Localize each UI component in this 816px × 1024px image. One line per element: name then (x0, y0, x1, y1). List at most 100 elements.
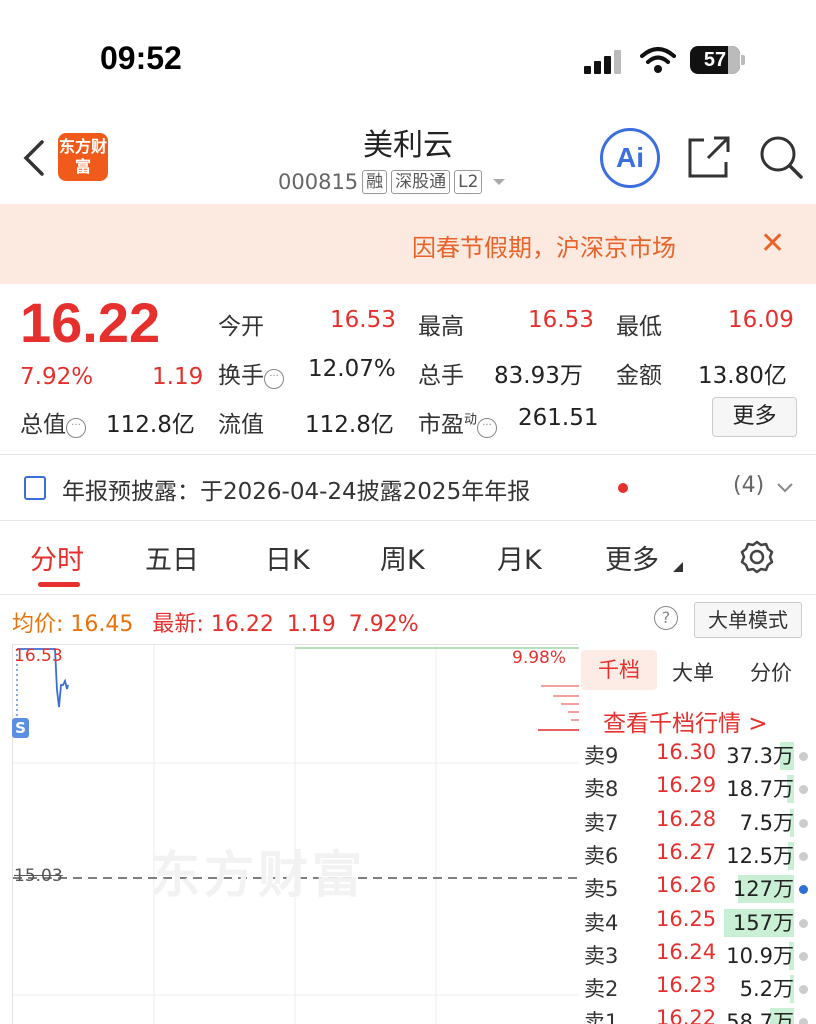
order-level-label: 卖3 (584, 943, 619, 968)
change-amt: 1.19 (152, 364, 204, 390)
order-book-row[interactable]: 卖7 16.28 7.5万 (582, 807, 816, 840)
status-dot (799, 1018, 808, 1024)
value-float-value: 112.8亿 (305, 412, 394, 438)
order-level-label: 卖8 (584, 777, 619, 802)
big-order-mode-button[interactable]: 大单模式 (694, 602, 802, 638)
label-float-value: 流值 (218, 412, 264, 438)
label-pe: 市盈动 ··· (418, 405, 498, 439)
label-total-value: 总值 ··· (20, 405, 86, 439)
order-price: 16.30 (656, 740, 717, 764)
order-volume: 10.9万 (726, 943, 794, 968)
report-count[interactable]: (4) (733, 473, 764, 498)
tab-weekly-k[interactable]: 周K (380, 538, 425, 577)
status-dot (799, 885, 808, 895)
order-book-row[interactable]: 卖3 16.24 10.9万 (582, 940, 816, 973)
battery-icon: 57 (690, 46, 740, 74)
order-book-row[interactable]: 卖2 16.23 5.2万 (582, 973, 816, 1006)
sell-signal-marker[interactable]: S (12, 718, 29, 738)
value-volume: 83.93万 (494, 363, 583, 389)
tab-monthly-k[interactable]: 月K (497, 538, 542, 577)
holiday-banner (0, 204, 816, 284)
triangle-icon (673, 562, 683, 572)
order-price: 16.25 (656, 906, 717, 931)
label-volume: 总手 (418, 363, 464, 389)
status-dot (799, 951, 808, 961)
tag-sz-connect: 深股通 (391, 170, 451, 194)
tab-daily-k[interactable]: 日K (265, 538, 310, 577)
value-total-value: 112.8亿 (106, 412, 195, 438)
close-icon[interactable]: ✕ (760, 226, 785, 261)
order-level-label: 卖4 (584, 910, 619, 935)
stock-code-row[interactable]: 000815 融 深股通 L2 (278, 170, 508, 194)
order-book-row[interactable]: 卖1 16.22 58.7万 (582, 1006, 816, 1024)
status-dot (799, 985, 808, 995)
order-volume: 58.7万 (726, 1010, 794, 1024)
battery-nub (741, 55, 745, 65)
tab-more[interactable]: 更多 (605, 538, 659, 577)
value-open: 16.53 (330, 307, 396, 333)
value-high: 16.53 (528, 307, 594, 333)
tab-five-day[interactable]: 五日 (145, 538, 199, 577)
help-icon[interactable]: ? (654, 606, 678, 630)
tab-intraday[interactable]: 分时 (30, 538, 84, 577)
tab-price-volume[interactable]: 分价 (750, 657, 792, 687)
order-level-label: 卖2 (584, 977, 619, 1002)
info-icon: ··· (477, 418, 498, 438)
stock-code: 000815 (278, 170, 359, 194)
change-pct: 7.92% (20, 364, 94, 390)
status-time: 09:52 (100, 40, 182, 76)
banner-text: 因春节假期，沪深京市场 (412, 234, 676, 262)
order-book-row[interactable]: 卖8 16.29 18.7万 (582, 773, 816, 806)
order-volume: 127万 (732, 877, 794, 902)
gear-icon[interactable] (740, 540, 774, 574)
order-volume: 7.5万 (739, 810, 794, 835)
chevron-down-icon[interactable] (776, 482, 794, 494)
order-price: 16.27 (656, 839, 717, 864)
pct-tick-top: 9.98% (512, 648, 567, 668)
order-book-row[interactable]: 卖5 16.26 127万 (582, 873, 816, 906)
order-level-label: 卖9 (584, 744, 619, 768)
status-dot (799, 785, 808, 795)
info-icon: ··· (66, 418, 86, 438)
share-icon[interactable] (686, 134, 732, 180)
tag-margin: 融 (362, 170, 388, 194)
value-amount: 13.80亿 (698, 363, 787, 389)
intraday-chart[interactable] (12, 644, 579, 1024)
intraday-info: 均价: 16.45 最新: 16.22 1.19 7.92% (12, 612, 419, 637)
order-volume: 5.2万 (739, 977, 794, 1002)
watermark: 东方财富 (150, 846, 366, 904)
ai-label: Ai (616, 142, 644, 173)
tag-l2: L2 (454, 170, 483, 194)
order-price: 16.26 (656, 873, 717, 898)
more-quote-button[interactable]: 更多 (712, 397, 797, 437)
order-book-row[interactable]: 卖9 16.30 37.3万 (582, 740, 816, 773)
label-low: 最低 (616, 314, 662, 340)
ai-button[interactable]: Ai (600, 128, 660, 188)
search-icon[interactable] (758, 134, 804, 180)
label-amount: 金额 (616, 363, 662, 389)
y-tick-prev-close: 15.03 (14, 866, 63, 886)
caret-down-icon (493, 179, 506, 185)
order-book-row[interactable]: 卖4 16.25 157万 (582, 907, 816, 940)
order-level-label: 卖6 (584, 843, 619, 868)
report-notice[interactable]: 年报预披露：于2026-04-24披露2025年年报 (62, 472, 530, 506)
label-open: 今开 (218, 314, 264, 340)
status-dot (799, 918, 808, 928)
last-price: 16.22 (20, 291, 161, 354)
order-book-row[interactable]: 卖6 16.27 12.5万 (582, 840, 816, 873)
wifi-icon (640, 47, 676, 73)
order-volume: 18.7万 (726, 777, 794, 802)
view-depth-link[interactable]: 查看千档行情 > (603, 704, 768, 738)
tab-order-depth[interactable]: 千档 (581, 650, 657, 690)
label-high: 最高 (418, 314, 464, 340)
status-dot (799, 752, 808, 761)
order-volume: 12.5万 (726, 843, 794, 868)
report-icon (24, 476, 46, 500)
order-price: 16.23 (656, 973, 717, 998)
order-price: 16.29 (656, 773, 717, 798)
order-price: 16.22 (656, 1006, 717, 1024)
order-level-label: 卖1 (584, 1010, 619, 1024)
status-dot (799, 851, 808, 861)
tab-big-orders[interactable]: 大单 (672, 657, 714, 687)
y-tick-top: 16.53 (14, 646, 63, 666)
